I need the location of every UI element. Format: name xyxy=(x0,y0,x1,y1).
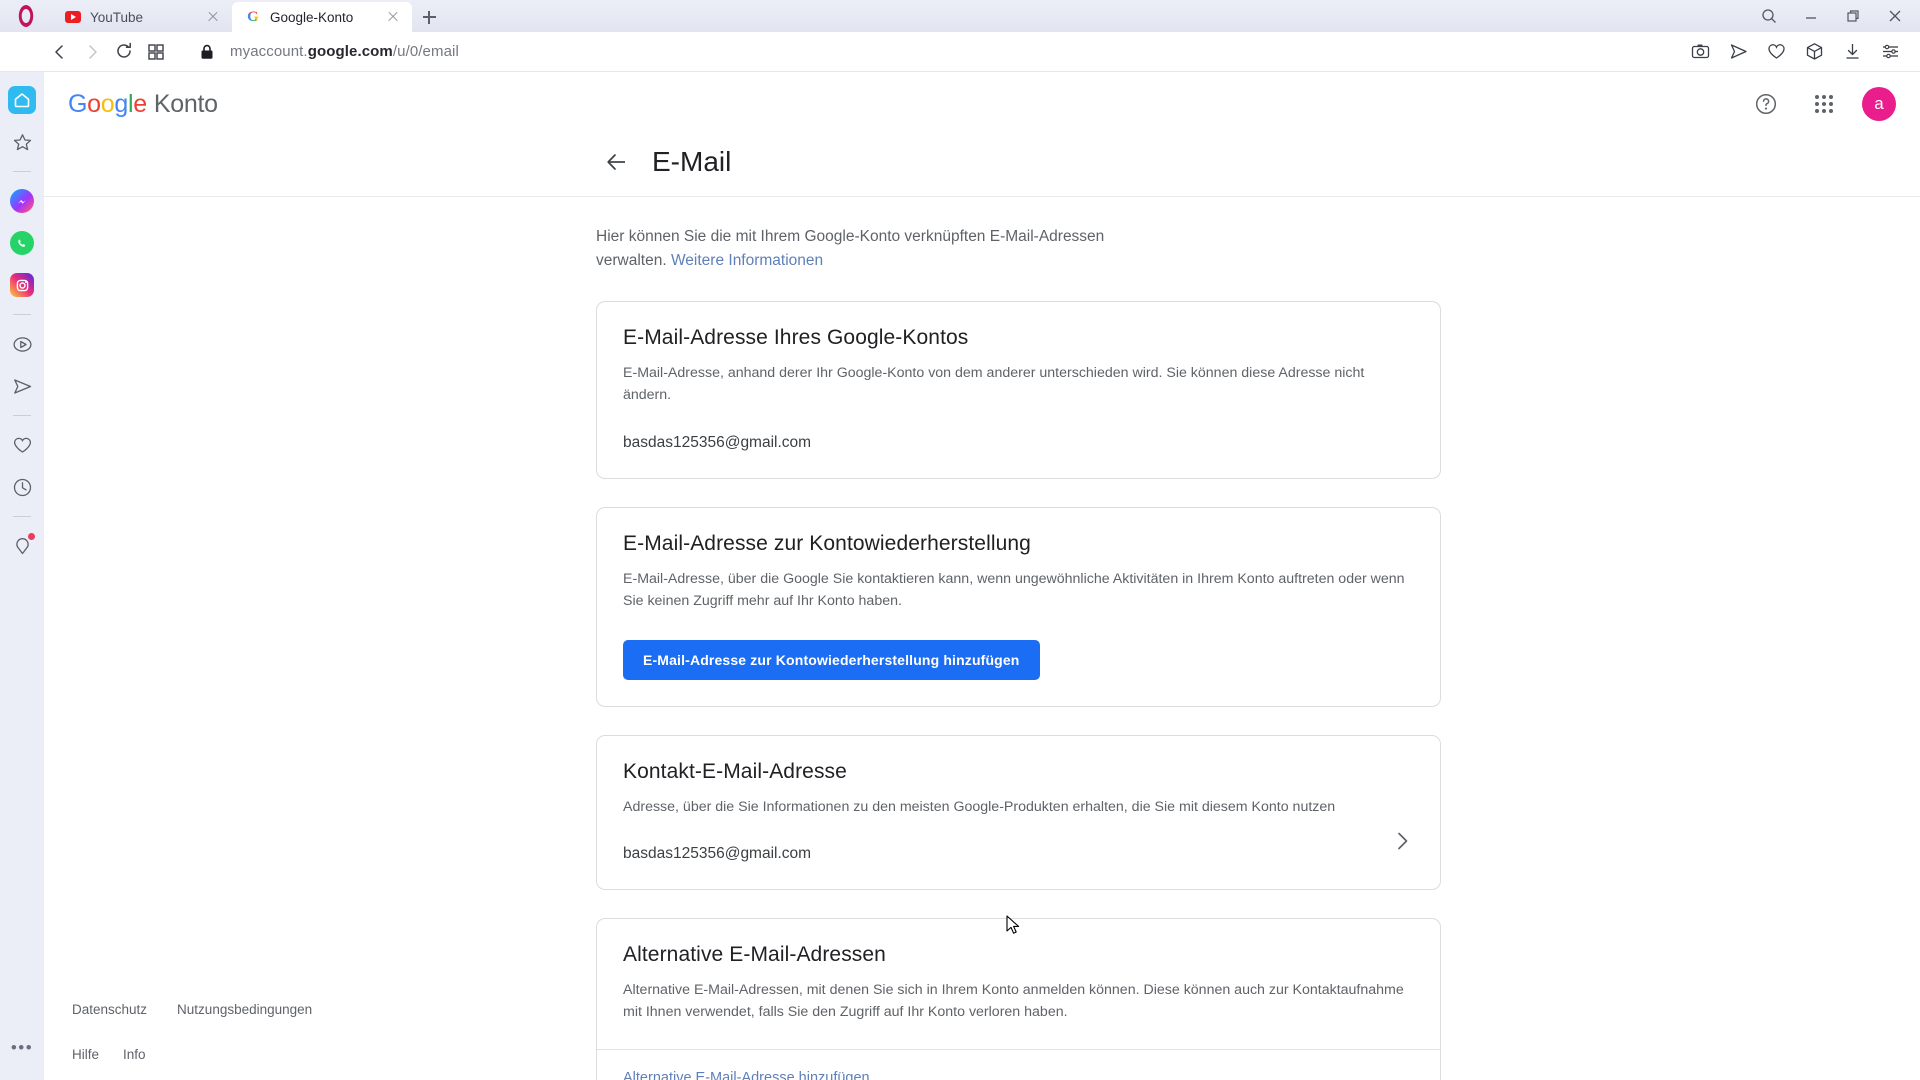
card-heading: E-Mail-Adresse Ihres Google-Kontos xyxy=(623,326,969,350)
sidebar-item-instagram[interactable] xyxy=(8,271,36,299)
sidebar-item-favorites[interactable] xyxy=(8,431,36,459)
card-contact-email[interactable]: Kontakt-E-Mail-Adresse Adresse, über die… xyxy=(596,735,1441,890)
card-heading: E-Mail-Adresse zur Kontowiederherstellun… xyxy=(623,532,1031,556)
url-field[interactable]: myaccount.google.com/u/0/email xyxy=(186,43,1684,60)
sidebar-divider xyxy=(13,516,31,517)
tab-label: Google-Konto xyxy=(270,9,354,25)
back-button[interactable] xyxy=(44,36,76,68)
sidebar-divider xyxy=(13,415,31,416)
tab-youtube[interactable]: YouTube xyxy=(52,2,232,32)
page-title-row: E-Mail xyxy=(44,136,1920,197)
browser-toolbar-actions xyxy=(1684,36,1906,68)
opera-browser-window: YouTube G Google-Konto myaccount.google.… xyxy=(0,0,1920,1080)
new-tab-button[interactable] xyxy=(412,2,446,32)
speed-dial-icon[interactable] xyxy=(140,36,172,68)
page-footer: Datenschutz Nutzungsbedingungen Hilfe In… xyxy=(44,1002,1920,1080)
lock-icon xyxy=(200,44,214,60)
card-description: Adresse, über die Sie Informationen zu d… xyxy=(623,799,1336,816)
flow-icon[interactable] xyxy=(1722,36,1754,68)
forward-button xyxy=(76,36,108,68)
contact-email-row[interactable]: basdas125356@gmail.com xyxy=(623,819,1414,863)
logo-product-name: Konto xyxy=(153,89,218,118)
close-tab-icon[interactable] xyxy=(204,8,222,26)
sidebar-item-history[interactable] xyxy=(8,473,36,501)
extensions-cube-icon[interactable] xyxy=(1798,36,1830,68)
chevron-right-icon[interactable] xyxy=(1390,829,1414,853)
card-description: E-Mail-Adresse, über die Google Sie kont… xyxy=(623,571,1405,609)
intro-text: Hier können Sie die mit Ihrem Google-Kon… xyxy=(596,225,1141,273)
sidebar-item-player[interactable] xyxy=(8,330,36,358)
more-info-link[interactable]: Weitere Informationen xyxy=(671,252,823,269)
sidebar-item-whatsapp[interactable] xyxy=(8,229,36,257)
browser-titlebar: YouTube G Google-Konto xyxy=(0,0,1920,32)
close-tab-icon[interactable] xyxy=(384,8,402,26)
card-google-account-email: E-Mail-Adresse Ihres Google-Kontos E-Mai… xyxy=(596,301,1441,480)
browser-body: ••• Google Konto a E-Mail Hier können Si… xyxy=(0,72,1920,1080)
footer-link-privacy[interactable]: Datenschutz xyxy=(72,1002,147,1017)
url-text: myaccount.google.com/u/0/email xyxy=(230,43,459,60)
apps-grid-icon[interactable] xyxy=(1804,84,1844,124)
opera-sidebar: ••• xyxy=(0,72,44,1080)
easy-setup-icon[interactable] xyxy=(1874,36,1906,68)
sidebar-item-bookmarks[interactable] xyxy=(8,128,36,156)
address-bar: myaccount.google.com/u/0/email xyxy=(0,32,1920,72)
sidebar-item-flow[interactable] xyxy=(8,372,36,400)
logo-letter-o2: o xyxy=(100,89,115,118)
back-arrow-icon[interactable] xyxy=(604,149,630,175)
tab-google-konto[interactable]: G Google-Konto xyxy=(232,2,412,32)
window-controls xyxy=(1748,0,1920,32)
account-email-value: basdas125356@gmail.com xyxy=(623,434,812,452)
heart-icon[interactable] xyxy=(1760,36,1792,68)
opera-logo-icon[interactable] xyxy=(0,0,52,32)
tab-label: YouTube xyxy=(90,9,144,25)
reload-button[interactable] xyxy=(108,36,140,68)
card-description: E-Mail-Adresse, anhand derer Ihr Google-… xyxy=(623,365,1365,403)
help-circle-icon[interactable] xyxy=(1746,84,1786,124)
logo-letter-g2: g xyxy=(114,89,128,118)
notification-badge xyxy=(28,533,35,540)
minimize-icon[interactable] xyxy=(1790,0,1832,32)
sidebar-item-home[interactable] xyxy=(8,86,36,114)
youtube-icon xyxy=(65,9,81,25)
add-recovery-email-button[interactable]: E-Mail-Adresse zur Kontowiederherstellun… xyxy=(623,640,1040,681)
close-icon[interactable] xyxy=(1874,0,1916,32)
sidebar-item-pinboard[interactable] xyxy=(8,532,36,560)
sidebar-more-button[interactable]: ••• xyxy=(8,1034,36,1062)
snapshot-icon[interactable] xyxy=(1684,36,1716,68)
card-heading: Kontakt-E-Mail-Adresse xyxy=(623,760,847,784)
footer-link-terms[interactable]: Nutzungsbedingungen xyxy=(177,1002,312,1017)
google-account-page: Google Konto a E-Mail Hier können Sie di… xyxy=(44,72,1920,1080)
google-icon: G xyxy=(247,8,259,25)
tab-strip: YouTube G Google-Konto xyxy=(52,0,446,32)
maximize-icon[interactable] xyxy=(1832,0,1874,32)
footer-link-info[interactable]: Info xyxy=(123,1047,146,1062)
sidebar-divider xyxy=(13,314,31,315)
sidebar-item-messenger[interactable] xyxy=(8,187,36,215)
logo-letter-o1: o xyxy=(87,89,101,118)
logo-letter-e: e xyxy=(133,89,147,118)
logo-letter-g: G xyxy=(68,89,88,118)
card-recovery-email: E-Mail-Adresse zur Kontowiederherstellun… xyxy=(596,507,1441,708)
card-heading: Alternative E-Mail-Adressen xyxy=(623,942,886,966)
google-konto-logo[interactable]: Google Konto xyxy=(68,90,218,119)
search-icon[interactable] xyxy=(1748,0,1790,32)
contact-email-value: basdas125356@gmail.com xyxy=(623,844,812,862)
google-page-header: Google Konto a xyxy=(44,72,1920,136)
header-actions: a xyxy=(1746,84,1896,124)
download-icon[interactable] xyxy=(1836,36,1868,68)
page-content: Hier können Sie die mit Ihrem Google-Kon… xyxy=(44,197,1920,1080)
footer-link-help[interactable]: Hilfe xyxy=(72,1047,99,1062)
page-title: E-Mail xyxy=(652,146,732,177)
avatar[interactable]: a xyxy=(1862,87,1896,121)
sidebar-divider xyxy=(13,171,31,172)
